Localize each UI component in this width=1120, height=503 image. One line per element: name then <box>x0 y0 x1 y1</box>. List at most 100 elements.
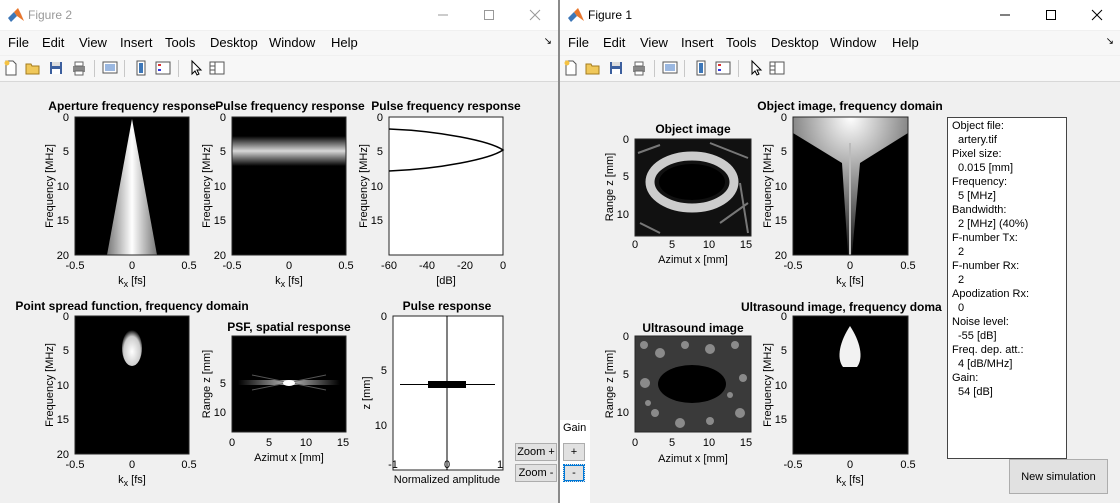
y-tick-label: 5 <box>63 146 69 158</box>
colorbar-icon[interactable] <box>692 59 710 77</box>
new-figure-icon[interactable] <box>2 59 20 77</box>
psf-frequency-blob <box>122 330 142 366</box>
x-tick-label: 0 <box>632 437 638 449</box>
menu-file[interactable]: File <box>8 35 29 50</box>
figure2-canvas: Aperture frequency response Frequency [M… <box>0 83 558 503</box>
menu-desktop[interactable]: Desktop <box>210 35 258 50</box>
ultrasound-vessel-lumen <box>658 365 726 403</box>
y-tick-label: 15 <box>371 215 383 227</box>
x-axis-label: kx [fs] <box>836 275 864 289</box>
menu-tools[interactable]: Tools <box>165 35 195 50</box>
edit-plot-arrow-icon[interactable] <box>186 59 204 77</box>
axes-title: Aperture frequency response <box>48 99 216 113</box>
zoom-in-button[interactable]: Zoom + <box>515 443 557 461</box>
zoom-in-label: Zoom + <box>517 446 555 458</box>
menu-insert[interactable]: Insert <box>120 35 153 50</box>
x-tick-label: -60 <box>381 260 397 272</box>
y-axis-label: z [mm] <box>361 377 373 410</box>
y-axis-label: Frequency [MHz] <box>44 343 56 427</box>
menu-desktop[interactable]: Desktop <box>771 35 819 50</box>
info-value: 5 [MHz] <box>958 190 996 202</box>
close-button[interactable] <box>512 0 558 30</box>
maximize-button[interactable] <box>1028 0 1074 30</box>
y-tick-label: 5 <box>381 365 387 377</box>
x-axis-label: kx [fs] <box>118 275 146 289</box>
y-tick-label: 0 <box>781 112 787 124</box>
menu-edit[interactable]: Edit <box>42 35 64 50</box>
menu-help[interactable]: Help <box>892 35 919 50</box>
y-tick-label: 10 <box>617 407 629 419</box>
y-tick-label: 0 <box>377 112 383 124</box>
menu-window[interactable]: Window <box>830 35 876 50</box>
toolbar-separator <box>124 60 125 77</box>
y-tick-label: 10 <box>57 181 69 193</box>
x-axis-label: Azimut x [mm] <box>658 254 728 266</box>
open-file-icon[interactable] <box>24 59 42 77</box>
zoom-out-label: Zoom - <box>518 467 554 479</box>
axes-title: Ultrasound image <box>642 321 744 335</box>
y-axis-label: Range z [mm] <box>604 350 616 418</box>
y-tick-label: 5 <box>220 146 226 158</box>
menubar-dock-icon[interactable]: ↘ <box>1106 36 1114 47</box>
minimize-button[interactable] <box>982 0 1028 30</box>
minimize-button[interactable] <box>420 0 466 30</box>
x-axis-label: kx [fs] <box>275 275 303 289</box>
figure1-titlebar[interactable]: Figure 1 <box>560 0 1120 30</box>
legend-icon[interactable] <box>154 59 172 77</box>
figure2-title: Figure 2 <box>28 8 73 22</box>
open-file-icon[interactable] <box>584 59 602 77</box>
close-icon <box>1091 9 1103 21</box>
print-icon[interactable] <box>70 59 88 77</box>
x-tick-label: 0 <box>500 260 506 272</box>
y-tick-label: 15 <box>57 414 69 426</box>
toolbar-separator <box>94 60 95 77</box>
legend-icon[interactable] <box>714 59 732 77</box>
ultrasound-image-axes: Ultrasound image Range z [mm] 0 5 10 0 5… <box>604 321 752 465</box>
menubar-dock-icon[interactable]: ↘ <box>544 36 552 47</box>
x-tick-label: 10 <box>703 437 715 449</box>
zoom-out-button[interactable]: Zoom - <box>515 464 557 482</box>
x-tick-label: -0.5 <box>223 260 242 272</box>
new-figure-icon[interactable] <box>562 59 580 77</box>
menu-window[interactable]: Window <box>269 35 315 50</box>
figure1-toolbar <box>560 56 1120 82</box>
colorbar-icon[interactable] <box>132 59 150 77</box>
x-tick-label: 0.5 <box>900 260 915 272</box>
print-icon[interactable] <box>630 59 648 77</box>
info-value: 0 <box>958 302 965 314</box>
y-tick-label: 5 <box>63 345 69 357</box>
menu-view[interactable]: View <box>79 35 107 50</box>
x-tick-label: 0 <box>847 260 853 272</box>
y-tick-label: 0 <box>220 112 226 124</box>
info-label: Pixel size: <box>952 148 1002 160</box>
x-tick-label: -40 <box>419 260 435 272</box>
menu-view[interactable]: View <box>640 35 668 50</box>
info-label: F-number Tx: <box>952 232 1018 244</box>
property-inspector-icon[interactable] <box>208 59 226 77</box>
info-label: Bandwidth: <box>952 204 1007 216</box>
toolbar-separator <box>654 60 655 77</box>
ultrasound-frequency-axes: Ultrasound image, frequency doma Frequen… <box>741 300 942 488</box>
menu-tools[interactable]: Tools <box>726 35 756 50</box>
figure2-titlebar[interactable]: Figure 2 <box>0 0 558 30</box>
figure2-menubar: File Edit View Insert Tools Desktop Wind… <box>0 31 558 55</box>
link-plot-icon[interactable] <box>661 59 679 77</box>
x-tick-label: 0 <box>444 459 450 471</box>
maximize-button[interactable] <box>466 0 512 30</box>
minimize-icon <box>438 14 448 16</box>
y-tick-label: 0 <box>63 112 69 124</box>
menu-file[interactable]: File <box>568 35 589 50</box>
menu-insert[interactable]: Insert <box>681 35 714 50</box>
menu-edit[interactable]: Edit <box>603 35 625 50</box>
x-tick-label: 5 <box>669 437 675 449</box>
save-icon[interactable] <box>47 59 65 77</box>
edit-plot-arrow-icon[interactable] <box>746 59 764 77</box>
link-plot-icon[interactable] <box>101 59 119 77</box>
save-icon[interactable] <box>607 59 625 77</box>
x-axis-label: kx [fs] <box>836 474 864 488</box>
property-inspector-icon[interactable] <box>768 59 786 77</box>
new-simulation-button[interactable]: New simulation <box>1009 459 1108 494</box>
menu-help[interactable]: Help <box>331 35 358 50</box>
close-button[interactable] <box>1074 0 1120 30</box>
info-label: Noise level: <box>952 316 1009 328</box>
